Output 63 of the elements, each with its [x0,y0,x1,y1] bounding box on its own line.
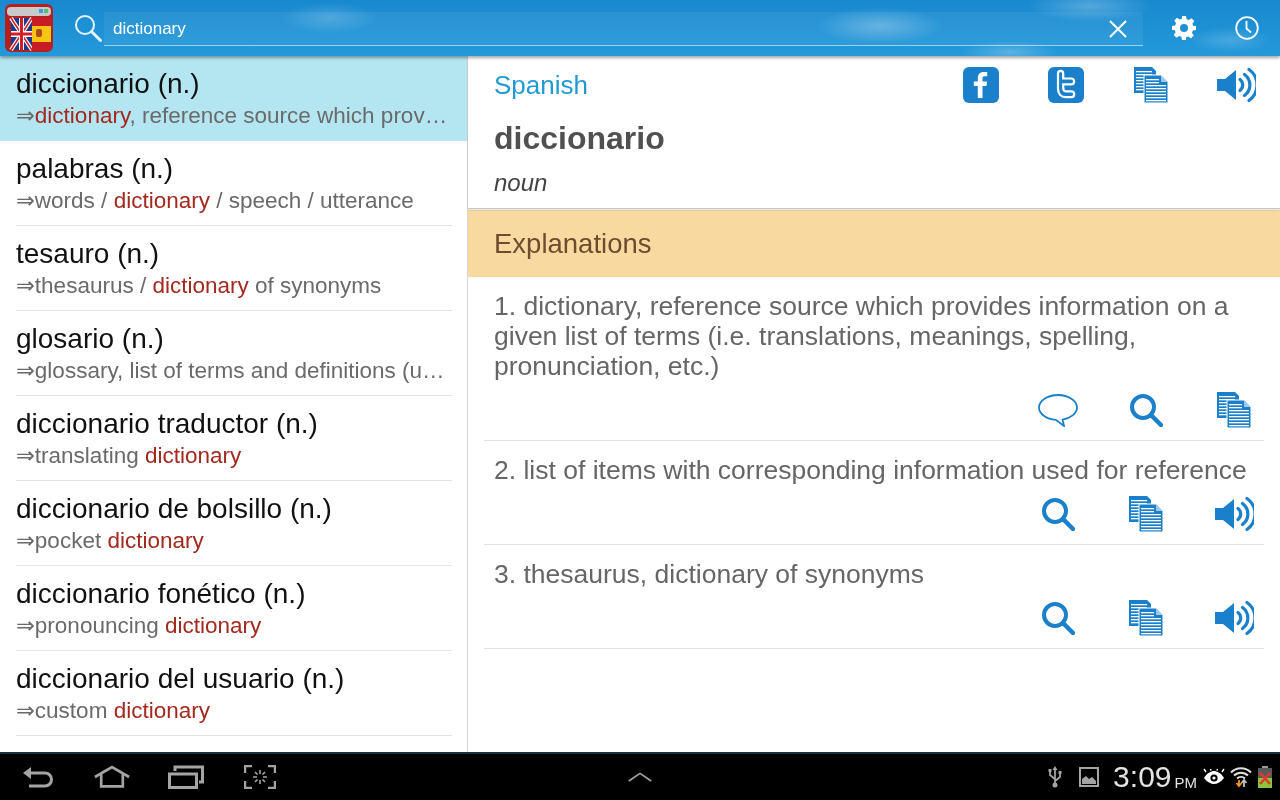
twitter-icon [1048,67,1084,103]
result-term: diccionario traductor (n.) [16,407,318,441]
copy-button[interactable] [1126,496,1166,532]
speak-button[interactable] [1216,67,1256,103]
share-button[interactable] [961,67,1001,103]
copy-button[interactable] [1126,600,1166,636]
speech-bubble-icon [1038,393,1078,427]
result-term: palabras (n.) [16,152,174,186]
result-term: diccionario del usuario (n.) [16,662,345,696]
result-term: glosario (n.) [16,322,164,356]
result-gloss: ⇒pocket dictionary [16,527,204,555]
definition-text: 1. dictionary, reference source which provides information on a given list of terms (i.e. translations, meanings, spelling, pronunciation, etc.) [494,291,1230,381]
result-gloss: ⇒words / dictionary / speech / utterance [16,187,414,215]
result-gloss: ⇒thesaurus / dictionary of synonyms [16,272,382,300]
clock-icon [1235,16,1259,40]
result-term: tesauro (n.) [16,237,160,271]
result-item[interactable]: diccionario (n.) ⇒dictionary, reference source which prov… [0,56,467,141]
search-icon [1041,497,1075,531]
settings-icon [1172,16,1196,40]
result-gloss: ⇒translating dictionary [16,442,242,470]
documents-icon [1217,392,1251,428]
definition-text: 2. list of items with corresponding information used for reference [494,455,1248,485]
result-gloss: ⇒dictionary, reference source which prov… [16,102,448,130]
clock-time: 3:09 [1113,759,1172,795]
section-title: Explanations [494,227,652,260]
documents-icon [1129,496,1163,532]
search-icon [1129,393,1163,427]
image-icon [1079,766,1100,788]
speaker-icon [1214,496,1254,532]
result-term: diccionario (n.) [16,67,200,101]
search-icon [74,14,102,42]
language-label: Spanish [494,69,588,101]
speak-button[interactable] [1214,496,1254,532]
result-gloss: ⇒glossary, list of terms and definitions (u… [16,357,445,385]
result-gloss: ⇒custom dictionary [16,697,210,725]
documents-icon [1134,67,1168,103]
caret-up-icon [628,771,652,783]
home-icon [94,765,130,789]
part-of-speech: noun [494,168,548,198]
comment-button[interactable] [1038,392,1078,428]
clock-meridiem: PM [1174,773,1197,791]
facebook-icon [963,67,999,103]
capture-frame-icon [244,765,276,789]
search-icon [1041,601,1075,635]
flag-book-icon [5,4,53,52]
recent-apps-icon [168,765,204,789]
result-term: diccionario fonético (n.) [16,577,306,611]
speak-button[interactable] [1214,600,1254,636]
result-term: diccionario de bolsillo (n.) [16,492,332,526]
speaker-icon [1216,67,1256,103]
copy-button[interactable] [1131,67,1171,103]
battery-icon [1258,766,1272,788]
entry-word: diccionario [494,119,665,158]
usb-icon [1048,766,1063,788]
wifi-icon [1230,766,1252,788]
definition-text: 3. thesaurus, dictionary of synonyms [494,559,926,589]
copy-button[interactable] [1214,392,1254,428]
back-arrow-icon [22,765,54,789]
speaker-icon [1214,600,1254,636]
tweet-button[interactable] [1046,67,1086,103]
documents-icon [1129,600,1163,636]
result-gloss: ⇒pronouncing dictionary [16,612,262,640]
close-icon [1108,19,1128,39]
